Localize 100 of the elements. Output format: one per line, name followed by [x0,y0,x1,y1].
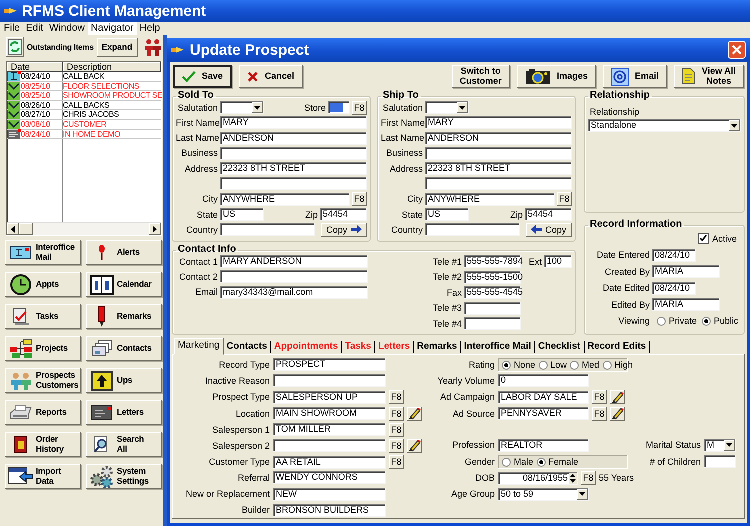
text-field[interactable]: 08/24/10 [652,248,696,262]
scroll-left-button[interactable] [7,223,19,235]
text-field[interactable]: MARY ANDERSON [220,255,368,268]
radio-button[interactable] [536,458,546,467]
text-field[interactable] [273,439,386,452]
text-field[interactable] [220,270,368,284]
lookup-button[interactable]: F8 [592,390,607,404]
text-field[interactable]: WENDY CONNORS [273,471,386,484]
text-field[interactable]: 54454 [525,208,572,222]
text-field[interactable]: ANDERSON [425,132,572,145]
radio-button[interactable] [657,316,666,326]
dropdown-field[interactable]: M [704,438,736,452]
edit-button[interactable] [407,406,422,421]
text-field[interactable]: MARY [425,116,572,130]
radio-button[interactable] [538,360,548,370]
text-field[interactable] [425,146,572,160]
text-field[interactable]: AA RETAIL [273,456,386,469]
text-field[interactable]: PROSPECT [273,358,386,371]
menu-item[interactable]: Navigator [88,22,137,35]
text-field[interactable]: 0 [498,374,589,388]
radio-button[interactable] [702,316,712,326]
text-field[interactable]: 54454 [320,208,367,222]
navigator-button[interactable]: Import Data [5,464,81,489]
tab[interactable]: Record Edits [584,341,650,353]
lookup-button[interactable]: F8 [389,455,404,470]
text-field[interactable] [425,177,572,190]
navigator-button[interactable]: System Settings [86,464,162,489]
toolbar-button[interactable]: View All Notes [674,65,744,88]
navigator-button[interactable]: Search All [86,432,162,457]
people-button[interactable] [145,38,161,56]
expand-button[interactable]: Expand [96,38,138,56]
edit-button[interactable] [610,406,625,421]
lookup-button[interactable]: F8 [389,422,404,437]
dropdown-field[interactable]: Standalone [588,119,741,132]
copy-button[interactable]: Copy [321,222,367,237]
text-field[interactable]: 100 [544,255,572,268]
horizontal-scrollbar[interactable] [7,222,161,235]
text-field[interactable]: ANDERSON [220,132,367,145]
text-field[interactable]: 555-555-7894 [464,255,521,268]
navigator-button[interactable]: Contacts [86,336,162,361]
text-field[interactable] [220,146,367,160]
text-field[interactable]: mary34343@mail.com [220,286,368,299]
copy-button[interactable]: Copy [526,222,572,237]
radio-button[interactable] [602,360,612,370]
text-field[interactable]: NEW [273,488,386,500]
dropdown-field[interactable] [220,101,264,114]
scroll-thumb[interactable] [19,223,33,235]
text-field[interactable] [273,374,386,388]
lookup-button[interactable]: F8 [592,406,607,421]
navigator-button[interactable]: Remarks [86,304,162,329]
text-field[interactable]: US [220,208,264,222]
text-field[interactable] [220,177,367,190]
lookup-button[interactable]: F8 [352,192,367,206]
lookup-button[interactable]: F8 [352,100,367,114]
lookup-button[interactable]: F8 [581,471,596,486]
text-field[interactable] [220,223,315,236]
text-field[interactable]: US [425,208,469,222]
text-field[interactable]: SALESPERSON UP [273,390,386,404]
toolbar-button[interactable]: Email [602,65,667,88]
radio-button[interactable] [570,360,580,370]
text-field[interactable]: BRONSON BUILDERS [273,504,386,517]
radio-button[interactable] [502,360,511,370]
navigator-button[interactable]: Projects [5,336,81,361]
tab[interactable]: Interoffice Mail [461,341,536,353]
column-header[interactable]: Description [63,62,161,72]
tab[interactable]: Contacts [224,341,272,353]
store-field[interactable] [328,101,350,114]
navigator-button[interactable]: Prospects Customers [5,368,81,393]
navigator-button[interactable]: Letters [86,400,162,425]
tab[interactable]: Letters [375,341,414,353]
lookup-button[interactable]: F8 [389,406,404,421]
text-field[interactable]: MARIA [652,298,720,311]
text-field[interactable]: REALTOR [498,438,589,452]
edit-button[interactable] [407,438,422,453]
tab[interactable]: Checklist [535,341,585,353]
tab[interactable]: Marketing [174,338,224,355]
text-field[interactable] [464,302,521,314]
toolbar-button[interactable]: Save [173,65,232,88]
tab[interactable]: Appointments [271,341,342,353]
text-field[interactable]: ANYWHERE [425,192,555,206]
navigator-button[interactable]: Ups [86,368,162,393]
navigator-button[interactable]: Alerts [86,240,162,265]
text-field[interactable]: 555-555-1500 [464,270,521,284]
text-field[interactable] [425,223,520,236]
navigator-button[interactable]: Tasks [5,304,81,329]
navigator-button[interactable]: Reports [5,400,81,425]
close-button[interactable] [728,41,746,59]
date-field[interactable]: 08/16/1955 [498,472,578,485]
lookup-button[interactable]: F8 [389,438,404,453]
navigator-button[interactable]: Calendar [86,272,162,297]
menu-item[interactable]: File [1,22,24,35]
text-field[interactable]: ANYWHERE [220,192,350,206]
text-field[interactable] [464,317,521,330]
tab[interactable]: Remarks [414,341,462,353]
text-field[interactable]: 555-555-4545 [464,286,521,299]
tab[interactable]: Tasks [342,341,376,353]
text-field[interactable]: PENNYSAVER [498,407,589,420]
toolbar-button[interactable]: Images [516,65,596,88]
navigator-button[interactable]: Interoffice Mail [5,240,81,265]
toolbar-button[interactable]: Switch to Customer [452,65,510,88]
